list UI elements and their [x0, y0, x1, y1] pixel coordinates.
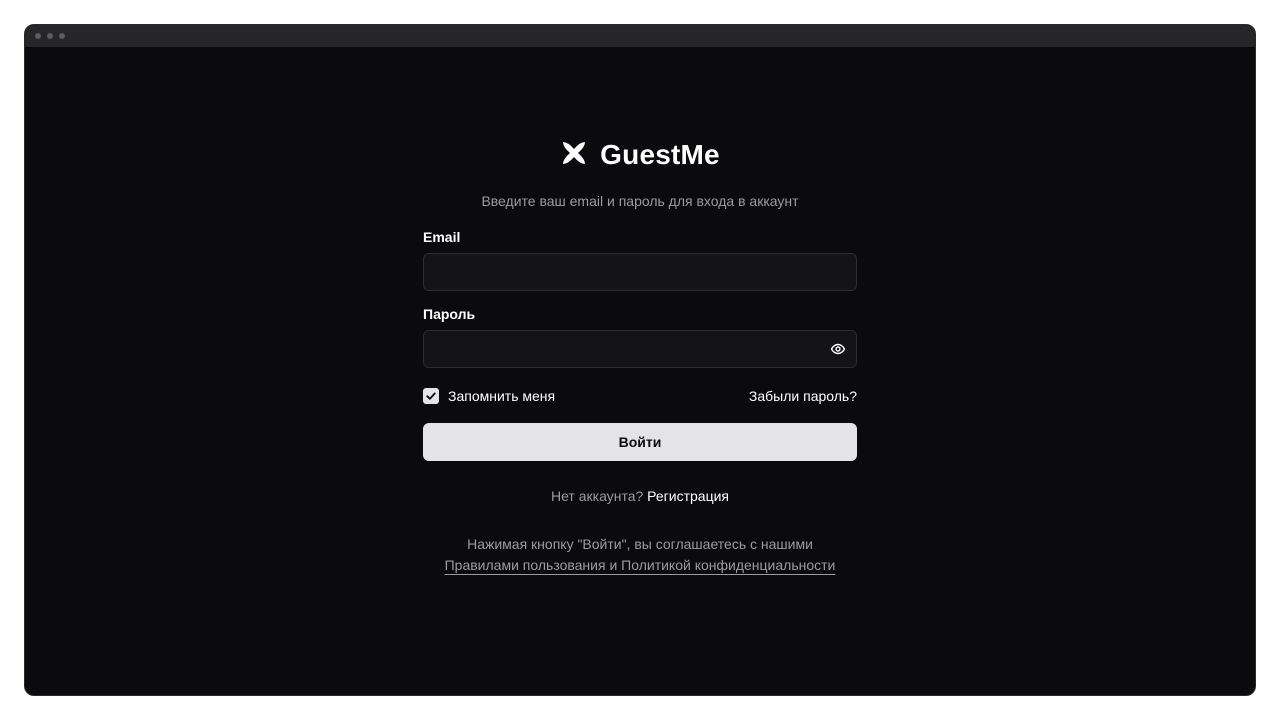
terms-notice: Нажимая кнопку "Войти", вы соглашаетесь … — [423, 534, 857, 576]
password-field[interactable] — [424, 331, 856, 367]
checkmark-icon — [426, 392, 436, 400]
brand: GuestMe — [423, 135, 857, 175]
form-options-row: Запомнить меня Забыли пароль? — [423, 386, 857, 406]
remember-label: Запомнить меня — [448, 388, 556, 404]
email-field[interactable] — [424, 254, 856, 290]
login-subtitle: Введите ваш email и пароль для входа в а… — [481, 193, 799, 209]
remember-checkbox[interactable] — [423, 388, 439, 404]
password-field-wrapper — [423, 330, 857, 368]
signup-row: Нет аккаунта? Регистрация — [423, 488, 857, 504]
x-logo-icon — [560, 139, 588, 172]
forgot-password-link[interactable]: Забыли пароль? — [749, 388, 857, 404]
email-field-wrapper — [423, 253, 857, 291]
eye-icon[interactable] — [830, 341, 846, 357]
password-label: Пароль — [423, 306, 476, 322]
window-minimize-dot[interactable] — [47, 33, 53, 39]
signup-question: Нет аккаунта? — [551, 488, 644, 504]
email-label: Email — [423, 229, 461, 245]
signup-link[interactable]: Регистрация — [647, 488, 729, 504]
window-maximize-dot[interactable] — [59, 33, 65, 39]
login-button[interactable]: Войти — [423, 423, 857, 461]
window-close-dot[interactable] — [35, 33, 41, 39]
login-form: GuestMe Введите ваш email и пароль для в… — [423, 135, 857, 576]
remember-me[interactable]: Запомнить меня — [423, 388, 555, 404]
brand-name: GuestMe — [600, 139, 720, 170]
terms-link[interactable]: Правилами пользования и Политикой конфид… — [445, 557, 836, 573]
terms-text: Нажимая кнопку "Войти", вы соглашаетесь … — [467, 536, 813, 552]
window-titlebar — [25, 25, 1255, 47]
app-window: GuestMe Введите ваш email и пароль для в… — [24, 24, 1256, 696]
